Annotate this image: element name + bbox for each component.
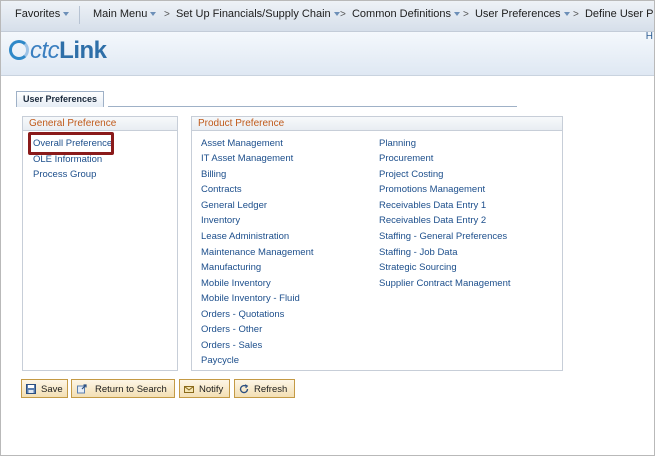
refresh-button[interactable]: Refresh: [234, 379, 295, 398]
product-preference-title: Product Preference: [192, 117, 562, 131]
link-receivables-data-entry-2[interactable]: Receivables Data Entry 2: [379, 215, 486, 226]
logo-link-text: Link: [59, 37, 107, 64]
notify-label: Notify: [199, 384, 224, 395]
tab-underline: [108, 106, 517, 107]
link-paycycle[interactable]: Paycycle: [201, 355, 239, 366]
link-planning[interactable]: Planning: [379, 138, 416, 149]
breadcrumb-label: User Preferences: [474, 8, 561, 20]
link-asset-management[interactable]: Asset Management: [201, 138, 283, 149]
home-link[interactable]: H: [646, 31, 653, 42]
refresh-icon: [239, 384, 249, 394]
general-preference-title: General Preference: [23, 117, 177, 131]
link-promotions-management[interactable]: Promotions Management: [379, 184, 485, 195]
link-maintenance-management[interactable]: Maintenance Management: [201, 247, 314, 258]
breadcrumb-item-user-preferences[interactable]: > User Preferences: [463, 8, 570, 20]
breadcrumb-separator: >: [463, 9, 469, 20]
link-ole-information[interactable]: OLE Information: [33, 154, 102, 165]
tab-user-preferences[interactable]: User Preferences: [16, 91, 105, 107]
link-procurement[interactable]: Procurement: [379, 153, 433, 164]
link-manufacturing[interactable]: Manufacturing: [201, 262, 261, 273]
link-process-group[interactable]: Process Group: [33, 169, 96, 180]
link-billing[interactable]: Billing: [201, 169, 226, 180]
chevron-down-icon: [150, 12, 157, 17]
app-window: Favorites Main Menu > Set Up Financials/…: [0, 0, 655, 456]
link-strategic-sourcing[interactable]: Strategic Sourcing: [379, 262, 457, 273]
breadcrumb-separator: >: [164, 9, 170, 20]
ctclink-logo: ctcLink: [9, 37, 107, 65]
link-receivables-data-entry-1[interactable]: Receivables Data Entry 1: [379, 200, 486, 211]
chevron-down-icon: [63, 12, 70, 17]
link-supplier-contract-management[interactable]: Supplier Contract Management: [379, 278, 511, 289]
breadcrumb-item-define-user[interactable]: > Define User P: [573, 8, 653, 20]
link-project-costing[interactable]: Project Costing: [379, 169, 443, 180]
main-menu[interactable]: Main Menu: [93, 8, 157, 20]
main-menu-label: Main Menu: [93, 8, 148, 20]
link-mobile-inventory-fluid[interactable]: Mobile Inventory - Fluid: [201, 293, 300, 304]
save-button[interactable]: Save: [21, 379, 68, 398]
breadcrumb-item-setup[interactable]: > Set Up Financials/Supply Chain: [164, 8, 340, 20]
link-orders-other[interactable]: Orders - Other: [201, 324, 262, 335]
refresh-label: Refresh: [254, 384, 288, 395]
breadcrumb-item-common-definitions[interactable]: > Common Definitions: [340, 8, 461, 20]
nav-divider: [79, 6, 80, 24]
return-to-search-label: Return to Search: [95, 384, 167, 395]
return-arrow-icon: [77, 384, 87, 394]
highlight-box: [28, 132, 114, 155]
notify-button[interactable]: Notify: [179, 379, 230, 398]
swirl-logo-icon: [9, 40, 29, 60]
breadcrumb-label: Define User P: [584, 8, 654, 20]
header-banner: ctcLink H: [1, 31, 654, 76]
breadcrumb-label: Common Definitions: [351, 8, 452, 20]
link-staffing-job-data[interactable]: Staffing - Job Data: [379, 247, 458, 258]
link-it-asset-management[interactable]: IT Asset Management: [201, 153, 293, 164]
return-to-search-button[interactable]: Return to Search: [71, 379, 175, 398]
favorites-menu[interactable]: Favorites: [15, 8, 70, 20]
link-inventory[interactable]: Inventory: [201, 215, 240, 226]
chevron-down-icon: [454, 12, 461, 17]
link-general-ledger[interactable]: General Ledger: [201, 200, 267, 211]
breadcrumb-separator: >: [573, 9, 579, 20]
chevron-down-icon: [563, 12, 570, 17]
link-lease-administration[interactable]: Lease Administration: [201, 231, 289, 242]
favorites-label: Favorites: [15, 8, 61, 20]
floppy-disk-icon: [26, 384, 36, 394]
top-navigation-bar: Favorites Main Menu > Set Up Financials/…: [1, 1, 654, 32]
link-orders-quotations[interactable]: Orders - Quotations: [201, 309, 284, 320]
notify-envelope-icon: [184, 386, 194, 393]
save-label: Save: [41, 384, 63, 395]
link-contracts[interactable]: Contracts: [201, 184, 242, 195]
link-orders-sales[interactable]: Orders - Sales: [201, 340, 262, 351]
breadcrumb-label: Set Up Financials/Supply Chain: [175, 8, 331, 20]
chevron-down-icon: [333, 12, 340, 17]
breadcrumb-separator: >: [340, 9, 346, 20]
logo-ctc-text: ctc: [30, 37, 60, 64]
link-mobile-inventory[interactable]: Mobile Inventory: [201, 278, 271, 289]
link-staffing-general-preferences[interactable]: Staffing - General Preferences: [379, 231, 507, 242]
